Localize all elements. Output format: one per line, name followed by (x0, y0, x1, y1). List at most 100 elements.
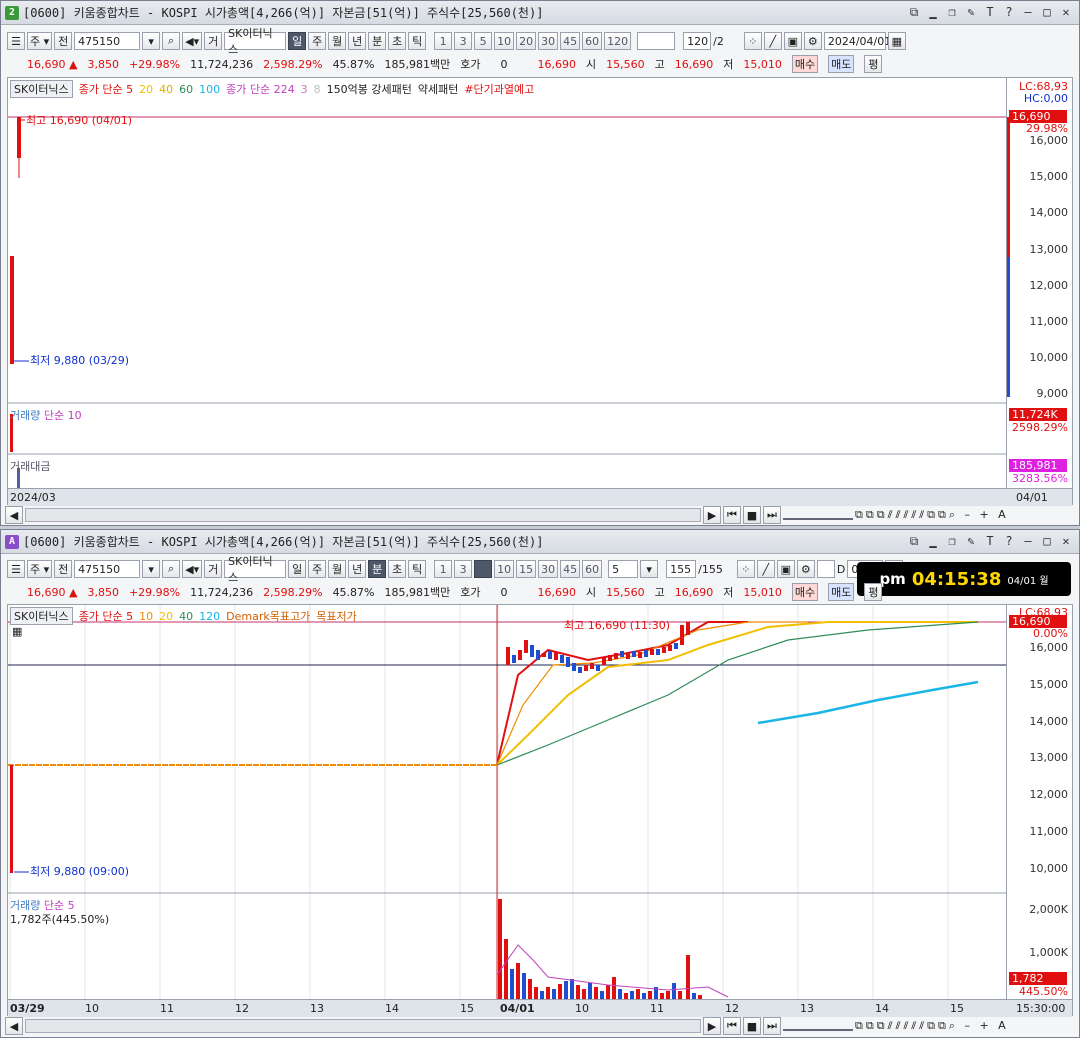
code-input[interactable]: 475150 (74, 560, 141, 578)
window-titlebar[interactable]: 2 [0600] 키움종합차트 - KOSPI 시가총액[4,266(억)] 자… (1, 1, 1079, 25)
font-icon[interactable]: T (983, 534, 997, 549)
period-button-년[interactable]: 년 (348, 560, 367, 578)
horizontal-scrollbar[interactable] (25, 1019, 701, 1033)
grid-icon[interactable]: ⁘ (743, 32, 762, 50)
help-icon[interactable]: ? (1002, 534, 1016, 549)
period-button-초[interactable]: 초 (388, 32, 407, 50)
prev-button[interactable]: 전 (54, 32, 73, 50)
menu-icon[interactable]: ☰ (7, 560, 25, 578)
close-icon[interactable]: ✕ (1059, 5, 1073, 20)
legend-stock-name[interactable]: SK이터닉스 (10, 607, 73, 625)
date-input[interactable]: 2024/04/01 (823, 32, 891, 50)
zoom-slider[interactable] (783, 1021, 853, 1031)
period-button-틱[interactable]: 틱 (408, 560, 427, 578)
stock-type-select[interactable]: 주 ▾ (27, 560, 53, 578)
link-icon[interactable]: ⧉ (907, 534, 921, 549)
prev-button[interactable]: 전 (54, 560, 73, 578)
speaker-icon[interactable]: ◀▾ (182, 32, 203, 50)
count-input[interactable]: 120 (683, 32, 712, 50)
minimize-icon[interactable]: – (1021, 534, 1035, 549)
daily-chart-area[interactable]: 최고 16,690 (04/01) 최저 9,880 (03/29) SK이터닉… (7, 77, 1073, 506)
trend-icon[interactable]: ╱ (756, 560, 775, 578)
exchange-button[interactable]: 거 (204, 560, 223, 578)
period-button-틱[interactable]: 틱 (408, 32, 427, 50)
interval-button-10[interactable]: 10 (494, 560, 515, 578)
buy-button[interactable]: 매수 (791, 55, 819, 73)
interval-button-20[interactable]: 20 (516, 32, 537, 50)
interval-button-45[interactable]: 45 (560, 560, 581, 578)
count-input[interactable]: 155 (666, 560, 697, 578)
stock-name[interactable]: SK이터닉스 (224, 555, 287, 584)
pin-icon[interactable]: ✎ (964, 534, 978, 549)
sell-button[interactable]: 매도 (828, 55, 855, 73)
code-dropdown[interactable]: ▾ (142, 560, 161, 578)
interval-button-60[interactable]: 60 (582, 32, 603, 50)
price-axis[interactable]: LC:68,93 16,690 0.00% 16,000 15,000 14,000… (1006, 605, 1072, 999)
search-icon[interactable]: ⌕ (162, 32, 181, 50)
scroll-left-icon[interactable]: ◀ (5, 506, 23, 524)
interval-button-30[interactable]: 30 (538, 560, 559, 578)
window-titlebar[interactable]: A [0600] 키움종합차트 - KOSPI 시가총액[4,266(억)] 자… (1, 530, 1079, 554)
grid-icon[interactable]: ⁘ (736, 560, 755, 578)
period-button-월[interactable]: 월 (328, 32, 347, 50)
interval-button-1[interactable]: 1 (434, 560, 453, 578)
period-button-년[interactable]: 년 (348, 32, 367, 50)
table-icon[interactable]: ▦ (12, 625, 22, 638)
zoom-slider[interactable] (783, 510, 853, 520)
settings-icon[interactable]: ⚙ (796, 560, 815, 578)
period-button-주[interactable]: 주 (308, 32, 327, 50)
restore-icon[interactable]: ❐ (945, 5, 959, 20)
interval-dropdown[interactable]: ▾ (640, 560, 659, 578)
period-button-월[interactable]: 월 (328, 560, 347, 578)
period-button-분[interactable]: 분 (368, 560, 387, 578)
save-icon[interactable]: ▣ (776, 560, 795, 578)
code-input[interactable]: 475150 (74, 32, 141, 50)
interval-button-5[interactable]: 5 (474, 32, 493, 50)
minimize-small-icon[interactable]: ▁ (926, 534, 940, 549)
interval-button-45[interactable]: 45 (560, 32, 581, 50)
chart-tools-icons[interactable]: ⧉⧉⧉⫽⫽⫽⫽⫽⧉⧉⌕ – + A (855, 508, 1009, 522)
first-icon[interactable]: ⏮ (723, 506, 741, 524)
code-dropdown[interactable]: ▾ (142, 32, 161, 50)
d-checkbox[interactable] (816, 560, 835, 578)
interval-button-1[interactable]: 1 (434, 32, 453, 50)
interval-button-30[interactable]: 30 (538, 32, 559, 50)
period-button-분[interactable]: 분 (368, 32, 387, 50)
scroll-right-icon[interactable]: ▶ (703, 1017, 721, 1035)
interval-button-10[interactable]: 10 (494, 32, 515, 50)
stock-name[interactable]: SK이터닉스 (224, 27, 287, 56)
font-icon[interactable]: T (983, 5, 997, 20)
interval-button-15[interactable]: 15 (516, 560, 537, 578)
last-icon[interactable]: ⏭ (763, 1017, 781, 1035)
last-icon[interactable]: ⏭ (763, 506, 781, 524)
menu-icon[interactable]: ☰ (7, 32, 25, 50)
chart-tools-icons[interactable]: ⧉⧉⧉⫽⫽⫽⫽⫽⧉⧉⌕ – + A (855, 1019, 1009, 1033)
horizontal-scrollbar[interactable] (25, 508, 701, 522)
period-button-일[interactable]: 일 (288, 560, 307, 578)
interval-button-3[interactable]: 3 (454, 32, 473, 50)
minimize-icon[interactable]: – (1021, 5, 1035, 20)
search-icon[interactable]: ⌕ (162, 560, 181, 578)
speaker-icon[interactable]: ◀▾ (182, 560, 203, 578)
legend-stock-name[interactable]: SK이터닉스 (10, 80, 73, 98)
period-button-초[interactable]: 초 (388, 560, 407, 578)
buy-button[interactable]: 매수 (791, 583, 819, 601)
interval-button-120[interactable]: 120 (604, 32, 632, 50)
interval-button-5[interactable]: 5 (474, 560, 493, 578)
scroll-left-icon[interactable]: ◀ (5, 1017, 23, 1035)
exchange-button[interactable]: 거 (204, 32, 223, 50)
avg-button[interactable]: 평 (864, 583, 883, 601)
calendar-icon[interactable]: ▦ (887, 32, 906, 50)
period-button-주[interactable]: 주 (308, 560, 327, 578)
save-icon[interactable]: ▣ (783, 32, 802, 50)
interval-input[interactable]: 5 (608, 560, 639, 578)
stop-icon[interactable]: ■ (743, 1017, 761, 1035)
stop-icon[interactable]: ■ (743, 506, 761, 524)
period-input[interactable] (637, 32, 676, 50)
close-icon[interactable]: ✕ (1059, 534, 1073, 549)
maximize-icon[interactable]: □ (1040, 5, 1054, 20)
link-icon[interactable]: ⧉ (907, 5, 921, 20)
settings-icon[interactable]: ⚙ (803, 32, 822, 50)
interval-button-60[interactable]: 60 (582, 560, 603, 578)
trend-icon[interactable]: ╱ (763, 32, 782, 50)
